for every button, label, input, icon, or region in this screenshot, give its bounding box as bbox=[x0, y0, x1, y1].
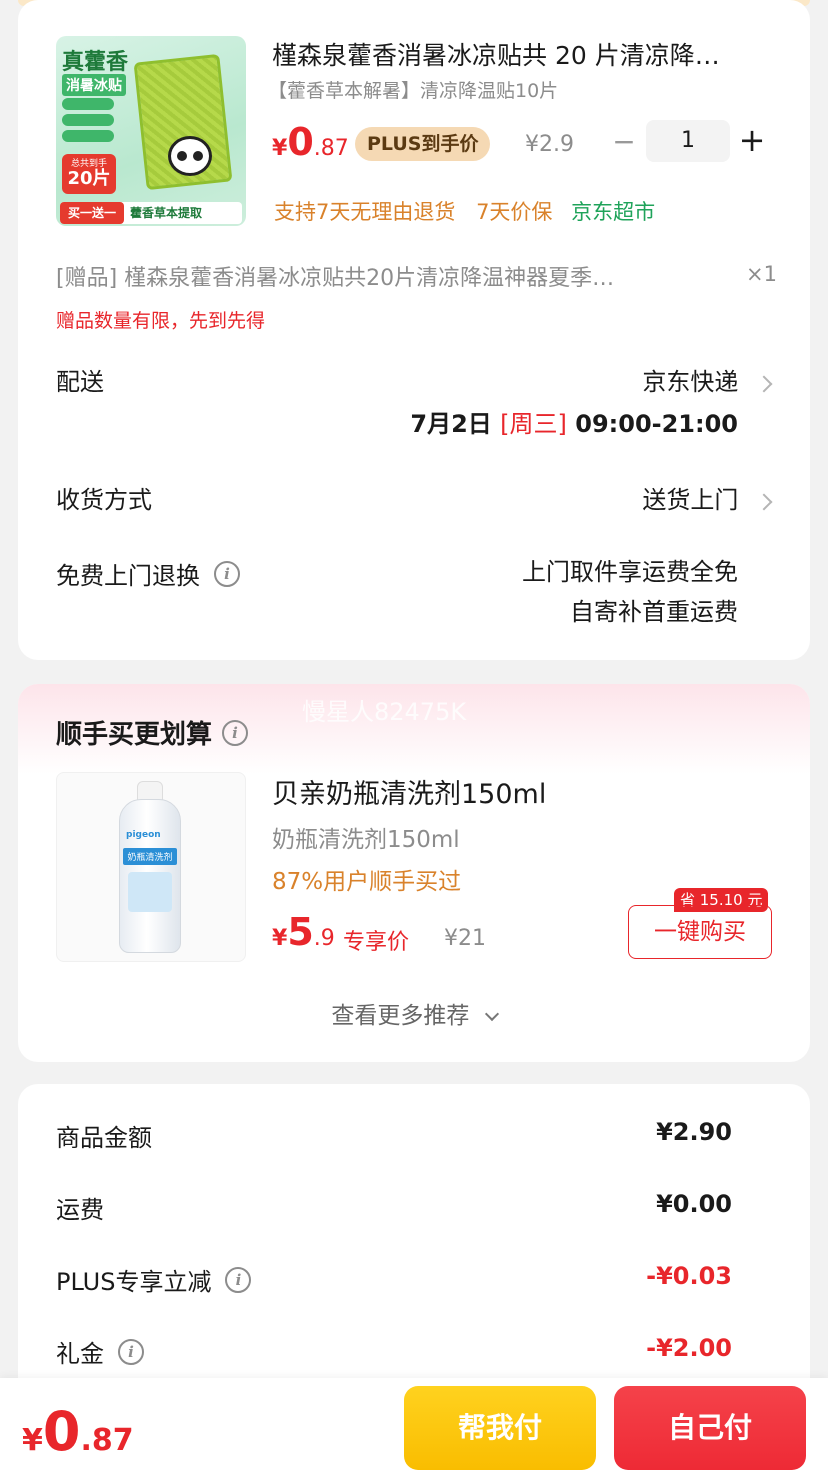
receive-row[interactable]: 送货上门 bbox=[642, 480, 773, 515]
product-title[interactable]: 槿森泉藿香消暑冰凉贴共 20 片清凉降… bbox=[272, 36, 772, 72]
one-click-buy-button[interactable]: 一键购买 bbox=[628, 905, 772, 959]
recommend-price-label: 专享价 bbox=[343, 930, 410, 955]
total-dec: .87 bbox=[80, 1423, 134, 1458]
product-tags: 支持7天无理由退货 7天价保 京东超市 bbox=[274, 196, 655, 226]
delivery-carrier: 京东快递 bbox=[642, 368, 739, 396]
gift-notice: 赠品数量有限，先到先得 bbox=[56, 310, 266, 332]
product-original-price: ¥2.9 bbox=[525, 132, 574, 157]
chevron-down-icon bbox=[484, 1006, 499, 1022]
summary-row-shipping: 运费 ¥0.00 bbox=[56, 1190, 732, 1224]
see-more-recommend[interactable]: 查看更多推荐 bbox=[18, 996, 810, 1030]
qty-plus-button[interactable]: + bbox=[736, 120, 768, 160]
recommend-title-row: 顺手买更划算 i bbox=[56, 714, 249, 751]
bottle-label: 奶瓶清洗剂 bbox=[123, 848, 177, 865]
delivery-date: 7月2日 bbox=[410, 410, 492, 438]
rec-price-int: 5 bbox=[287, 910, 314, 954]
free-return-label: 免费上门退换 i bbox=[56, 556, 240, 591]
price-int: 0 bbox=[287, 120, 314, 164]
product-count-badge: 总共到手 20片 bbox=[62, 154, 116, 194]
gift-qty: ×1 bbox=[746, 262, 777, 286]
summary-label-text: 礼金 bbox=[56, 1340, 104, 1368]
self-pay-button[interactable]: 自己付 bbox=[614, 1386, 806, 1470]
help-me-pay-button[interactable]: 帮我付 bbox=[404, 1386, 596, 1470]
product-image-bottom-left: 买一送一 bbox=[60, 202, 125, 224]
gift-label[interactable]: [赠品] 槿森泉藿香消暑冰凉贴共20片清凉降温神器夏季… bbox=[56, 260, 726, 292]
chevron-right-icon bbox=[755, 375, 773, 393]
summary-value: ¥0.00 bbox=[656, 1190, 732, 1218]
delivery-time: 7月2日 [周三] 09:00-21:00 bbox=[410, 404, 738, 439]
delivery-row[interactable]: 京东快递 bbox=[642, 362, 773, 397]
product-count: 20片 bbox=[67, 168, 111, 189]
product-image[interactable]: 真藿香 消暑冰贴 总共到手 20片 买一送一 藿香草本提取 bbox=[56, 36, 246, 226]
bottle-cap bbox=[137, 781, 163, 801]
recommend-item-name[interactable]: 贝亲奶瓶清洗剂150ml bbox=[272, 772, 546, 811]
product-image-headline: 真藿香 bbox=[62, 50, 129, 75]
delivery-slot: 09:00-21:00 bbox=[575, 410, 738, 438]
price-dec: .87 bbox=[313, 136, 349, 161]
recommend-item-stat: 87%用户顺手买过 bbox=[272, 869, 462, 895]
price-symbol: ¥ bbox=[272, 136, 288, 161]
recommend-item-image[interactable]: pigeon 奶瓶清洗剂 bbox=[56, 772, 246, 962]
summary-label: PLUS专享立减 i bbox=[56, 1262, 252, 1297]
summary-label: 礼金 i bbox=[56, 1334, 144, 1369]
summary-value: -¥2.00 bbox=[646, 1334, 732, 1362]
tag-return: 支持7天无理由退货 bbox=[274, 200, 456, 224]
order-card: 真藿香 消暑冰贴 总共到手 20片 买一送一 藿香草本提取 槿森泉藿香消暑冰凉贴… bbox=[18, 0, 810, 660]
free-return-line2: 自寄补首重运费 bbox=[570, 598, 738, 626]
product-subtitle: 【藿香草本解暑】清凉降温贴10片 bbox=[268, 80, 559, 102]
summary-label: 商品金额 bbox=[56, 1124, 152, 1152]
summary-label-text: PLUS专享立减 bbox=[56, 1268, 212, 1296]
recommend-original-price: ¥21 bbox=[444, 926, 486, 951]
summary-label: 运费 bbox=[56, 1196, 104, 1224]
rec-price-dec: .9 bbox=[313, 926, 335, 951]
product-image-sub: 消暑冰贴 bbox=[62, 74, 126, 96]
total-price: ¥0.87 bbox=[22, 1400, 134, 1463]
chevron-right-icon bbox=[755, 493, 773, 511]
bottle-body: pigeon 奶瓶清洗剂 bbox=[119, 799, 181, 953]
rec-price-symbol: ¥ bbox=[272, 926, 288, 951]
checkout-bar: ¥0.87 帮我付 自己付 bbox=[0, 1378, 828, 1483]
delivery-weekday: [周三] bbox=[500, 410, 567, 438]
summary-value: ¥2.90 bbox=[656, 1118, 732, 1146]
product-price: ¥0.87 bbox=[272, 120, 349, 164]
total-symbol: ¥ bbox=[22, 1423, 43, 1458]
product-image-bottom-right: 藿香草本提取 bbox=[130, 206, 203, 220]
summary-row-gift-money: 礼金 i -¥2.00 bbox=[56, 1334, 732, 1368]
receive-label: 收货方式 bbox=[56, 486, 152, 514]
total-int: 0 bbox=[42, 1400, 81, 1463]
product-image-bottom-bar: 买一送一 藿香草本提取 bbox=[60, 202, 242, 224]
tag-jd-supermarket: 京东超市 bbox=[571, 200, 656, 224]
delivery-label: 配送 bbox=[56, 368, 104, 396]
summary-card: 商品金额 ¥2.90 运费 ¥0.00 PLUS专享立减 i -¥0.03 礼金… bbox=[18, 1084, 810, 1404]
see-more-label: 查看更多推荐 bbox=[331, 1003, 470, 1029]
bottle-brand: pigeon bbox=[126, 830, 161, 840]
tag-price-protect: 7天价保 bbox=[476, 200, 553, 224]
recommend-watermark: 慢星人82475K bbox=[302, 698, 467, 726]
summary-row-goods: 商品金额 ¥2.90 bbox=[56, 1118, 732, 1152]
free-return-text: 免费上门退换 bbox=[56, 562, 200, 590]
panda-mascot bbox=[168, 136, 212, 176]
info-icon[interactable]: i bbox=[225, 1266, 252, 1293]
free-return-line1: 上门取件享运费全免 bbox=[522, 558, 738, 586]
summary-value: -¥0.03 bbox=[646, 1262, 732, 1290]
info-icon[interactable]: i bbox=[222, 719, 249, 746]
recommend-item-price: ¥5.9 bbox=[272, 910, 335, 954]
info-icon[interactable]: i bbox=[214, 560, 240, 587]
plus-price-badge: PLUS到手价 bbox=[355, 127, 491, 161]
recommend-card: 慢星人82475K 顺手买更划算 i pigeon 奶瓶清洗剂 贝亲奶瓶清洗剂1… bbox=[18, 684, 810, 1062]
summary-row-plus: PLUS专享立减 i -¥0.03 bbox=[56, 1262, 732, 1296]
product-image-bullets bbox=[62, 98, 114, 142]
bottle-graphic bbox=[128, 872, 172, 912]
recommend-item-desc: 奶瓶清洗剂150ml bbox=[272, 827, 460, 853]
info-icon[interactable]: i bbox=[118, 1338, 144, 1365]
receive-value: 送货上门 bbox=[642, 486, 739, 514]
qty-input[interactable]: 1 bbox=[646, 120, 730, 162]
qty-minus-button[interactable]: − bbox=[608, 122, 640, 162]
recommend-title: 顺手买更划算 bbox=[56, 720, 213, 750]
